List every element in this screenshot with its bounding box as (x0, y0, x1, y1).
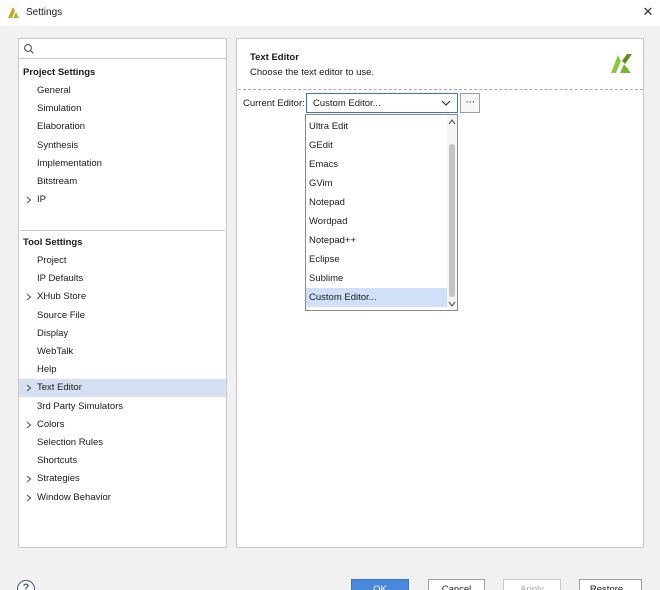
sidebar-item-label: IP Defaults (37, 273, 84, 285)
sidebar-item-implementation[interactable]: Implementation (19, 155, 226, 173)
sidebar-item-label: XHub Store (37, 291, 87, 303)
sidebar-item-label: Display (37, 327, 69, 339)
sidebar-item-ip-defaults[interactable]: IP Defaults (19, 270, 226, 288)
xilinx-logo-icon (611, 54, 632, 73)
sidebar-item-label: Selection Rules (37, 437, 104, 448)
sidebar-item-label: Colors (37, 418, 65, 430)
sidebar-item-label: IP (37, 194, 46, 206)
sidebar-item-label: Bitstream (37, 176, 78, 187)
search-icon (24, 44, 34, 54)
restore-button[interactable]: Restore... (579, 579, 642, 590)
apply-button[interactable]: Apply (503, 579, 561, 590)
sidebar-item-simulation[interactable]: Simulation (19, 100, 226, 118)
sidebar-item-label: 3rd Party Simulators (37, 400, 124, 412)
section-header: Project Settings (23, 67, 96, 78)
chevron-right-icon[interactable] (25, 416, 33, 434)
sidebar-item-colors[interactable]: Colors (19, 416, 226, 434)
help-button[interactable]: ? (17, 580, 35, 590)
title-bar: Settings ✕ (0, 0, 660, 26)
browse-editor-button[interactable]: ··· (460, 93, 480, 113)
sidebar-item-3rd-party-simulators[interactable]: 3rd Party Simulators (19, 398, 226, 416)
close-button[interactable]: ✕ (640, 4, 656, 20)
sidebar-item-label: Simulation (37, 103, 82, 115)
sidebar-item-selection-rules[interactable]: Selection Rules (19, 434, 226, 452)
sidebar-item-text-editor[interactable]: Text Editor (19, 379, 226, 398)
editor-option[interactable]: Ultra Edit (306, 117, 447, 136)
sidebar-item-label: WebTalk (37, 346, 74, 357)
sidebar-item-label: General (37, 85, 71, 96)
current-editor-select[interactable]: Custom Editor... (306, 93, 458, 113)
editor-option[interactable]: Eclipse (306, 250, 447, 269)
sidebar-item-help[interactable]: Help (19, 361, 226, 379)
ok-button[interactable]: OK (351, 579, 409, 590)
vivado-app-icon (8, 7, 19, 18)
sidebar-item-label: Elaboration (37, 121, 86, 133)
chevron-right-icon[interactable] (25, 489, 33, 507)
sidebar-item-bitstream[interactable]: Bitstream (19, 173, 226, 191)
header-separator (238, 89, 643, 90)
chevron-right-icon[interactable] (25, 470, 33, 488)
sidebar-item-general[interactable]: General (19, 82, 226, 100)
settings-search-input[interactable] (19, 39, 226, 59)
sidebar-item-label: Text Editor (37, 382, 82, 394)
editor-dropdown-list: Custom Editor... Sublime Eclipse Notepad++ W… (305, 114, 458, 311)
section-divider (20, 230, 225, 231)
section-header: Tool Settings (23, 237, 83, 248)
scroll-down-icon[interactable] (448, 300, 456, 308)
chevron-down-icon (441, 100, 451, 106)
sidebar-item-synthesis[interactable]: Synthesis (19, 137, 226, 155)
editor-option[interactable]: Emacs (306, 155, 447, 174)
sidebar-item-elaboration[interactable]: Elaboration (19, 118, 226, 136)
window-title: Settings (26, 7, 63, 18)
chevron-right-icon[interactable] (25, 288, 33, 306)
scrollbar-thumb[interactable] (449, 144, 455, 297)
sidebar-item-label: Implementation (37, 157, 102, 169)
page-title: Text Editor (250, 52, 299, 63)
sidebar-item-display[interactable]: Display (19, 325, 226, 343)
editor-option[interactable]: GVim (306, 174, 447, 193)
scroll-up-icon[interactable] (448, 118, 456, 126)
page-subtitle: Choose the text editor to use. (250, 67, 375, 78)
sidebar-item-label: Source File (37, 309, 86, 321)
sidebar-item-webtalk[interactable]: WebTalk (19, 343, 226, 361)
editor-option[interactable]: GEdit (306, 136, 447, 155)
sidebar-item-label: Project (37, 255, 67, 266)
editor-option[interactable]: Wordpad (306, 212, 447, 231)
chevron-right-icon[interactable] (25, 191, 33, 209)
cancel-button[interactable]: Cancel (428, 579, 485, 590)
dropdown-scrollbar[interactable] (447, 115, 457, 310)
sidebar-item-label: Synthesis (37, 139, 79, 151)
sidebar-item-ip[interactable]: IP (19, 191, 226, 209)
chevron-right-icon[interactable] (25, 379, 33, 397)
sidebar-item-xhub-store[interactable]: XHub Store (19, 288, 226, 306)
sidebar-item-label: Strategies (37, 473, 80, 485)
sidebar-item-project[interactable]: Project (19, 252, 226, 270)
editor-option[interactable]: Notepad (306, 193, 447, 212)
sidebar-item-label: Window Behavior (37, 491, 111, 503)
sidebar-item-label: Help (37, 364, 57, 376)
sidebar-item-label: Shortcuts (37, 455, 78, 467)
sidebar-item-window-behavior[interactable]: Window Behavior (19, 489, 226, 507)
sidebar-item-strategies[interactable]: Strategies (19, 470, 226, 488)
sidebar-item-source-file[interactable]: Source File (19, 307, 226, 325)
editor-option[interactable]: Notepad++ (306, 231, 447, 250)
sidebar-item-shortcuts[interactable]: Shortcuts (19, 452, 226, 470)
current-editor-value: Custom Editor... (313, 98, 381, 109)
current-editor-label: Current Editor: (243, 98, 305, 109)
editor-option[interactable]: Custom Editor... (306, 288, 447, 307)
editor-option[interactable]: Sublime (306, 269, 447, 288)
settings-nav-panel: Project Settings General Simulation Elabora… (18, 38, 227, 548)
